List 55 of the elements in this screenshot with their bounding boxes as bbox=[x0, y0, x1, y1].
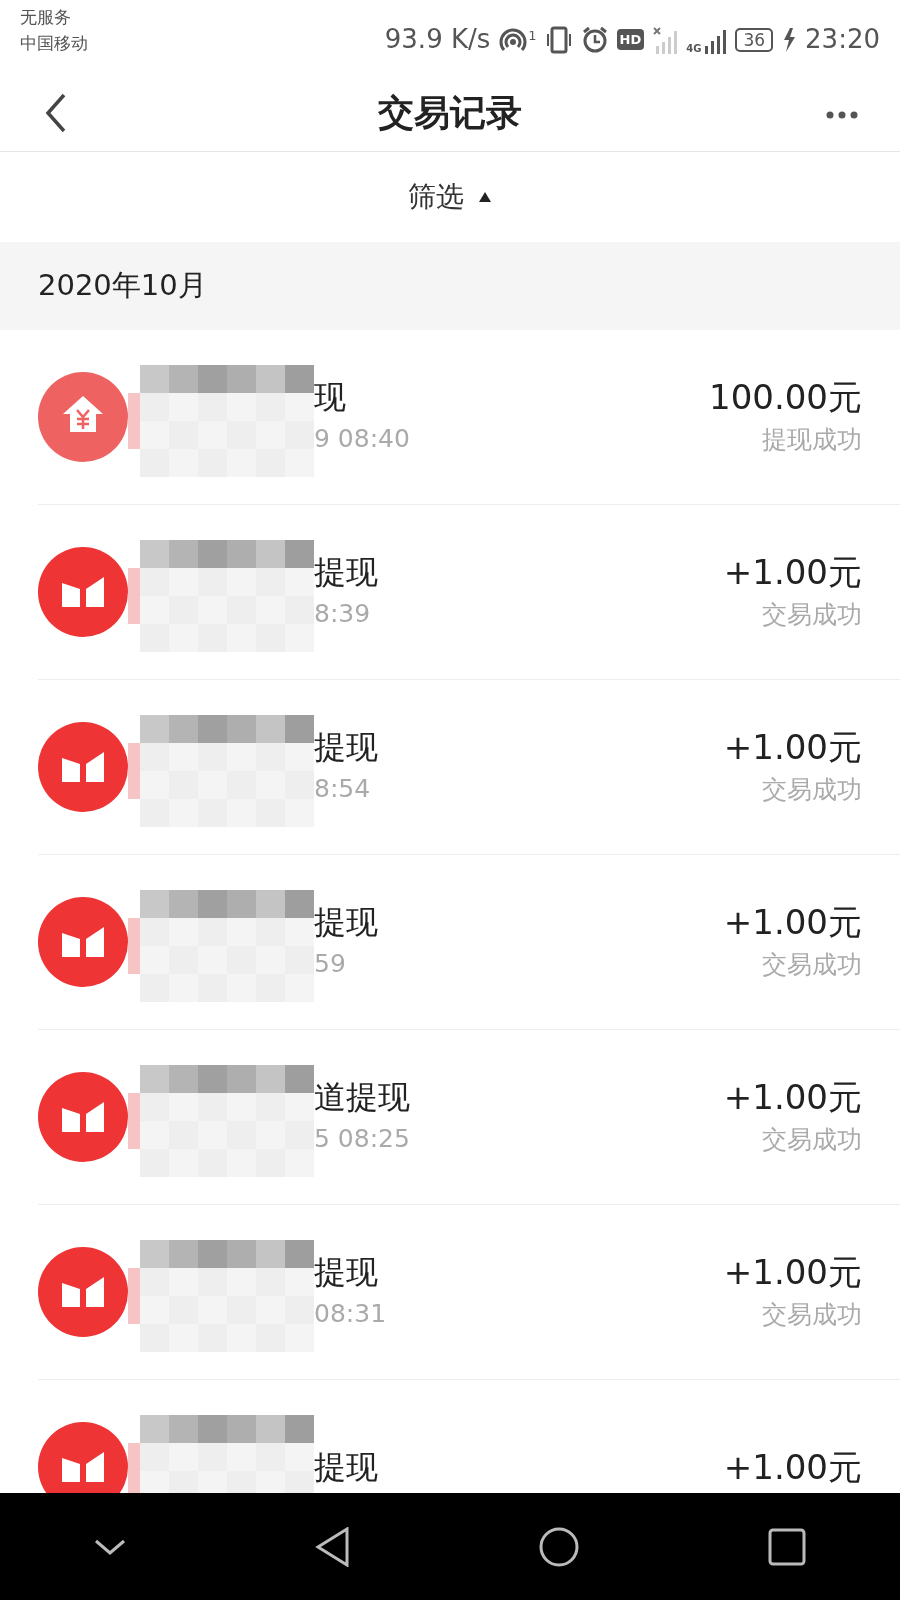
back-icon[interactable] bbox=[44, 93, 68, 133]
transaction-amount: +1.00元 bbox=[723, 1076, 862, 1119]
book-icon bbox=[38, 1072, 128, 1162]
network-type: 4G bbox=[686, 43, 702, 54]
chevron-down-icon[interactable] bbox=[94, 1538, 127, 1555]
transaction-time: 9 08:40 bbox=[314, 423, 411, 455]
recents-icon[interactable] bbox=[767, 1527, 806, 1566]
book-icon bbox=[38, 1247, 128, 1337]
transaction-title: 提现 bbox=[314, 1252, 379, 1293]
transaction-amount: +1.00元 bbox=[723, 901, 862, 944]
carrier-text: 中国移动 bbox=[20, 32, 88, 55]
house-yen-icon bbox=[38, 372, 128, 462]
alarm-icon bbox=[580, 25, 609, 54]
transaction-time: 08:31 bbox=[314, 1298, 388, 1330]
book-icon bbox=[38, 722, 128, 812]
home-icon[interactable] bbox=[539, 1526, 580, 1567]
charging-icon bbox=[781, 25, 798, 54]
book-icon bbox=[38, 897, 128, 987]
clock-time: 23:20 bbox=[805, 23, 880, 56]
book-icon bbox=[38, 1422, 128, 1493]
transaction-title: 提现 bbox=[314, 552, 379, 593]
transaction-title: 道提现 bbox=[314, 1077, 411, 1118]
carrier-text: 无服务 bbox=[20, 6, 72, 29]
month-header: 2020年10月 bbox=[38, 267, 207, 305]
hotspot-count-label: 1 bbox=[528, 26, 537, 45]
network-speed: 93.9 K/s bbox=[384, 23, 491, 56]
transaction-time: 59 bbox=[314, 948, 347, 980]
battery-level: 36 bbox=[735, 27, 774, 52]
filter-button[interactable]: 筛选 bbox=[408, 176, 464, 218]
transaction-title: 现 bbox=[314, 377, 347, 418]
transaction-status: 交易成功 bbox=[762, 1299, 862, 1331]
transaction-amount: 100.00元 bbox=[709, 376, 862, 419]
transaction-amount: +1.00元 bbox=[723, 1251, 862, 1294]
transaction-status: 交易成功 bbox=[762, 774, 862, 806]
transaction-time: 5 08:25 bbox=[314, 1123, 411, 1155]
page-title: 交易记录 bbox=[378, 91, 522, 135]
transaction-title: 提现 bbox=[314, 902, 379, 943]
back-icon[interactable] bbox=[314, 1526, 351, 1567]
transaction-amount: +1.00元 bbox=[723, 551, 862, 594]
transaction-status: 交易成功 bbox=[762, 599, 862, 631]
transaction-amount: +1.00元 bbox=[723, 1446, 862, 1489]
transaction-time: 8:54 bbox=[314, 773, 372, 805]
transaction-title: 提现 bbox=[314, 727, 379, 768]
transaction-status: 提现成功 bbox=[762, 424, 862, 456]
transaction-title: 提现 bbox=[314, 1447, 379, 1488]
signal-icon bbox=[652, 25, 679, 54]
more-icon[interactable] bbox=[826, 111, 858, 119]
transaction-status: 交易成功 bbox=[762, 1124, 862, 1156]
hd-badge: HD bbox=[616, 28, 645, 51]
book-icon bbox=[38, 547, 128, 637]
vibrate-icon bbox=[544, 25, 573, 54]
transaction-status: 交易成功 bbox=[762, 949, 862, 981]
transaction-time: 8:39 bbox=[314, 598, 372, 630]
transaction-amount: +1.00元 bbox=[723, 726, 862, 769]
caret-icon[interactable] bbox=[478, 190, 492, 204]
